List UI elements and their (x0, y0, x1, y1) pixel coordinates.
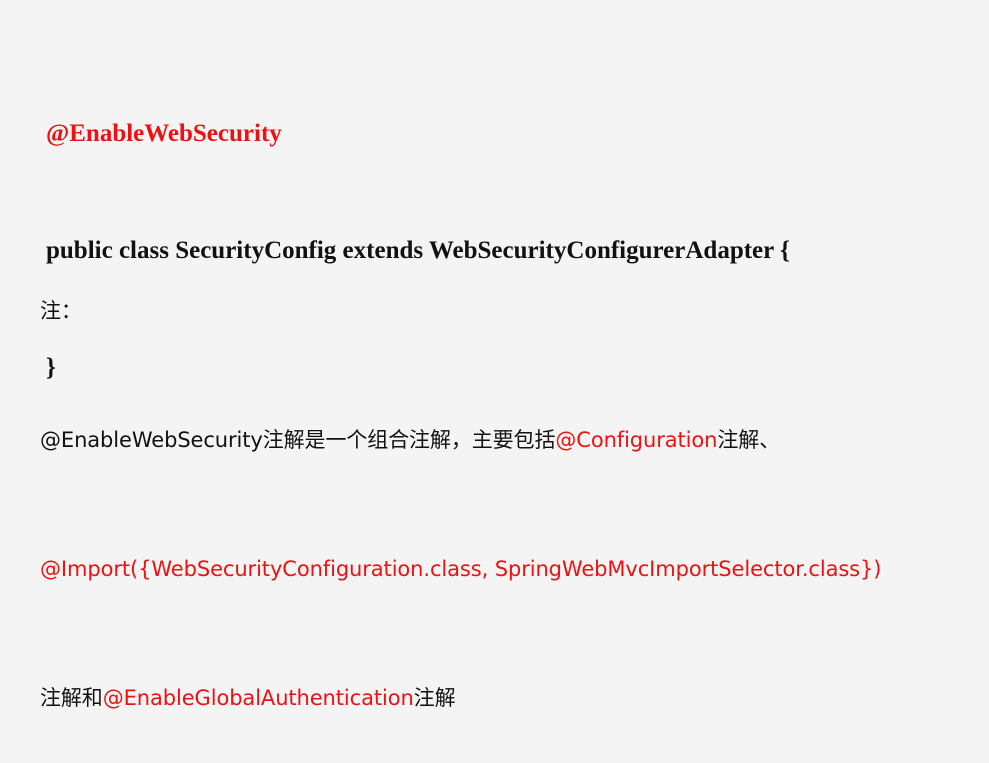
note-line-1-suffix: 注解、 (717, 428, 781, 452)
note-line-3: 注解和@EnableGlobalAuthentication注解 (40, 677, 881, 720)
note-line-3-suffix: 注解 (413, 686, 456, 710)
note-section: 注： @EnableWebSecurity注解是一个组合注解，主要包括@Conf… (40, 204, 881, 763)
note-line-1-text: @EnableWebSecurity注解是一个组合注解，主要包括 (40, 428, 556, 452)
code-annotation-line: @EnableWebSecurity (46, 120, 282, 147)
note-line-1: @EnableWebSecurity注解是一个组合注解，主要包括@Configu… (40, 419, 881, 462)
note-line-3-highlight: @EnableGlobalAuthentication (102, 686, 414, 710)
note-line-1-highlight: @Configuration (555, 428, 718, 452)
note-line-3-text: 注解和 (40, 686, 103, 710)
note-line-2-highlight: @Import({WebSecurityConfiguration.class,… (40, 557, 882, 581)
note-heading: 注： (40, 299, 82, 323)
